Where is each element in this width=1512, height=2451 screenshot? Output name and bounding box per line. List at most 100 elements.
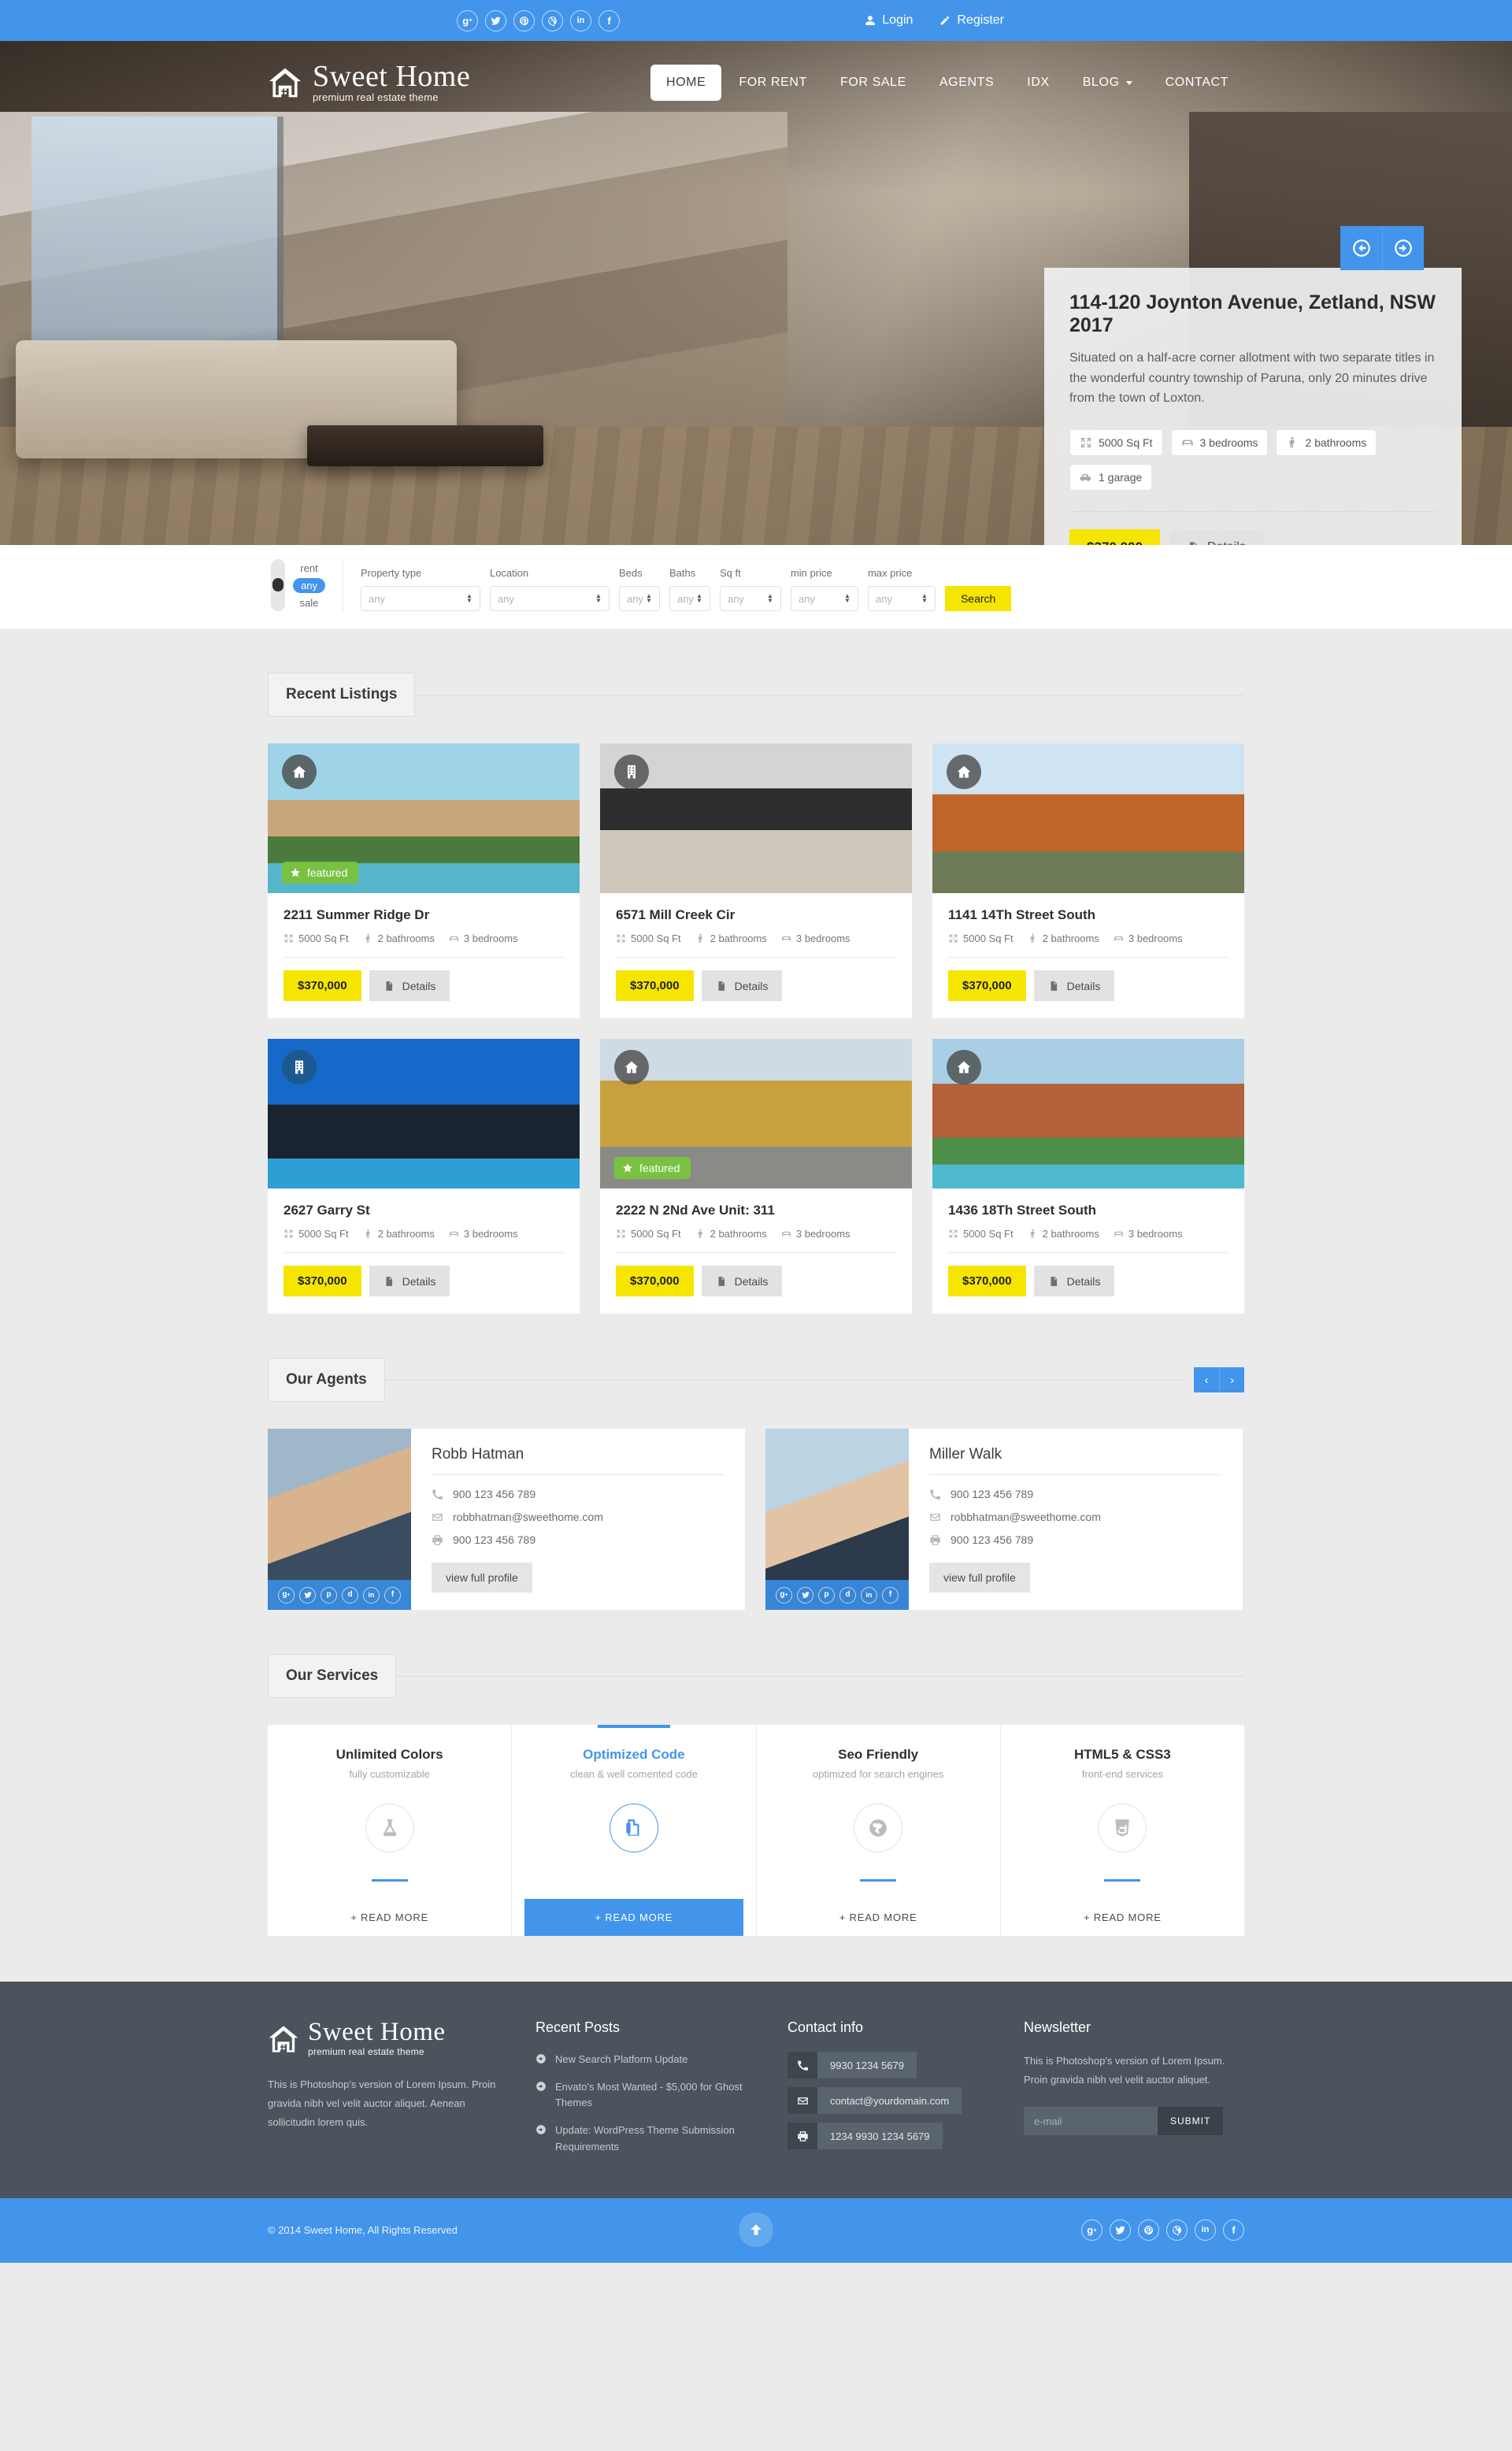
footer-post-item[interactable]: New Search Platform Update — [536, 2052, 764, 2067]
pinterest-icon[interactable] — [1138, 2219, 1159, 2241]
facebook-icon[interactable]: f — [384, 1586, 401, 1604]
dribbble-icon[interactable]: d — [342, 1586, 358, 1604]
listing-price-button[interactable]: $370,000 — [616, 1266, 694, 1296]
service-read-more[interactable]: + READ MORE — [769, 1899, 988, 1936]
baths-select[interactable]: any ▲ ▼ — [669, 586, 710, 611]
nav-item-contact[interactable]: CONTACT — [1150, 65, 1244, 101]
twitter-icon[interactable] — [485, 9, 506, 32]
min-price-select[interactable]: any ▲ ▼ — [790, 586, 858, 611]
register-link[interactable]: Register — [939, 13, 1004, 28]
footer-contact-phone[interactable]: 9930 1234 5679 — [788, 2052, 917, 2078]
listing-card[interactable]: featured 2222 N 2Nd Ave Unit: 311 5000 S… — [600, 1039, 912, 1314]
footer-post-item[interactable]: Update: WordPress Theme Submission Requi… — [536, 2123, 764, 2154]
property-type-select[interactable]: any ▲ ▼ — [360, 586, 480, 611]
newsletter-submit-button[interactable]: SUBMIT — [1158, 2107, 1224, 2136]
twitter-icon[interactable] — [299, 1586, 316, 1604]
listing-photo[interactable] — [268, 1039, 580, 1188]
facebook-icon[interactable]: f — [598, 9, 620, 32]
service-read-more[interactable]: + READ MORE — [1014, 1899, 1232, 1936]
nav-item-idx[interactable]: IDX — [1011, 65, 1065, 101]
listing-details-button[interactable]: Details — [1033, 970, 1115, 1001]
linkedin-icon[interactable]: in — [1195, 2219, 1216, 2241]
rent-sale-toggle[interactable]: rent any sale — [268, 559, 343, 611]
footer-post-item[interactable]: Envato's Most Wanted - $5,000 for Ghost … — [536, 2079, 764, 2111]
dribbble-icon[interactable] — [542, 9, 563, 32]
twitter-icon[interactable] — [1110, 2219, 1131, 2241]
nav-item-home[interactable]: HOME — [650, 65, 722, 101]
nav-item-agents[interactable]: AGENTS — [924, 65, 1010, 101]
rent-sale-slider[interactable] — [271, 559, 285, 611]
listing-details-button[interactable]: Details — [701, 970, 783, 1001]
listing-card[interactable]: featured 2211 Summer Ridge Dr 5000 Sq Ft… — [268, 743, 580, 1018]
google-plus-icon[interactable]: g + — [776, 1586, 792, 1604]
google-plus-icon[interactable]: g + — [1081, 2219, 1102, 2241]
listing-photo[interactable]: featured — [600, 1039, 912, 1188]
hero-price-button[interactable]: $370,000 — [1069, 528, 1160, 545]
facebook-icon[interactable]: f — [1223, 2219, 1244, 2241]
listing-price-button[interactable]: $370,000 — [284, 1266, 361, 1296]
pinterest-icon[interactable]: p — [818, 1586, 835, 1604]
listing-card[interactable]: 6571 Mill Creek Cir 5000 Sq Ft 2 bathroo… — [600, 743, 912, 1018]
toggle-rent-label[interactable]: rent — [300, 562, 317, 574]
nav-item-for-sale[interactable]: FOR SALE — [825, 65, 922, 101]
footer-contact-fax[interactable]: 1234 9930 1234 5679 — [788, 2123, 943, 2149]
listing-price-button[interactable]: $370,000 — [284, 970, 361, 1001]
listing-card[interactable]: 1141 14Th Street South 5000 Sq Ft 2 bath… — [932, 743, 1244, 1018]
agent-card[interactable]: g+ p d in f Miller Walk 900 123 456 789 — [765, 1429, 1243, 1610]
listing-details-button[interactable]: Details — [369, 1266, 450, 1296]
max-price-select[interactable]: any ▲ ▼ — [867, 586, 936, 611]
facebook-icon[interactable]: f — [882, 1586, 899, 1604]
service-card-unlimited-colors[interactable]: Unlimited Colors fully customizable + RE… — [268, 1725, 513, 1936]
search-button[interactable]: Search — [944, 586, 1012, 611]
service-card-seo-friendly[interactable]: Seo Friendly optimized for search engine… — [757, 1725, 1001, 1936]
agents-prev-button[interactable]: ‹ — [1194, 1367, 1219, 1392]
beds-select[interactable]: any ▲ ▼ — [618, 586, 660, 611]
google-plus-icon[interactable]: g + — [457, 9, 478, 32]
listing-details-button[interactable]: Details — [369, 970, 450, 1001]
listing-card[interactable]: 1436 18Th Street South 5000 Sq Ft 2 bath… — [932, 1039, 1244, 1314]
listing-photo[interactable] — [932, 1039, 1244, 1188]
linkedin-icon[interactable]: in — [861, 1586, 877, 1604]
nav-item-blog[interactable]: BLOG — [1067, 65, 1148, 101]
service-read-more[interactable]: + READ MORE — [524, 1899, 743, 1936]
listing-price-button[interactable]: $370,000 — [948, 1266, 1026, 1296]
agent-profile-button[interactable]: view full profile — [929, 1563, 1030, 1593]
agent-card[interactable]: g+ p d in f Robb Hatman 900 123 456 789 — [268, 1429, 745, 1610]
listing-price-button[interactable]: $370,000 — [616, 970, 694, 1001]
sqft-select[interactable]: any ▲ ▼ — [719, 586, 781, 611]
toggle-any-label[interactable]: any — [293, 577, 325, 593]
dribbble-icon[interactable] — [1166, 2219, 1188, 2241]
google-plus-icon[interactable]: g + — [278, 1586, 295, 1604]
pinterest-icon[interactable]: p — [321, 1586, 337, 1604]
listing-details-button[interactable]: Details — [701, 1266, 783, 1296]
linkedin-icon[interactable]: in — [363, 1586, 380, 1604]
service-card-optimized-code[interactable]: Optimized Code clean & well comented cod… — [512, 1725, 757, 1936]
service-card-html5-css3[interactable]: HTML5 & CSS3 front-end services + READ M… — [1001, 1725, 1244, 1936]
listing-price-button[interactable]: $370,000 — [948, 970, 1026, 1001]
hero-details-button[interactable]: Details — [1169, 529, 1263, 545]
newsletter-email-input[interactable] — [1024, 2107, 1158, 2136]
listing-details-button[interactable]: Details — [1033, 1266, 1115, 1296]
footer-logo[interactable]: Sweet Home premium real estate theme — [268, 2019, 504, 2058]
listing-photo[interactable]: featured — [268, 743, 580, 893]
back-to-top-button[interactable] — [739, 2212, 773, 2247]
service-read-more[interactable]: + READ MORE — [280, 1899, 498, 1936]
listing-card[interactable]: 2627 Garry St 5000 Sq Ft 2 bathrooms 3 b… — [268, 1039, 580, 1314]
dribbble-icon[interactable]: d — [839, 1586, 856, 1604]
listing-photo[interactable] — [600, 743, 912, 893]
location-select[interactable]: any ▲ ▼ — [489, 586, 610, 611]
footer-contact-email[interactable]: contact@yourdomain.com — [788, 2087, 962, 2114]
twitter-icon[interactable] — [797, 1586, 813, 1604]
slider-knob[interactable] — [272, 578, 284, 591]
agent-profile-button[interactable]: view full profile — [432, 1563, 532, 1593]
site-logo[interactable]: Sweet Home premium real estate theme — [268, 61, 470, 104]
hero-next-button[interactable] — [1382, 226, 1424, 270]
agents-next-button[interactable]: › — [1219, 1367, 1244, 1392]
pinterest-icon[interactable] — [513, 9, 535, 32]
login-link[interactable]: Login — [865, 13, 913, 28]
hero-prev-button[interactable] — [1340, 226, 1382, 270]
nav-item-for-rent[interactable]: FOR RENT — [723, 65, 823, 101]
toggle-sale-label[interactable]: sale — [300, 597, 319, 609]
linkedin-icon[interactable]: in — [570, 9, 591, 32]
listing-photo[interactable] — [932, 743, 1244, 893]
